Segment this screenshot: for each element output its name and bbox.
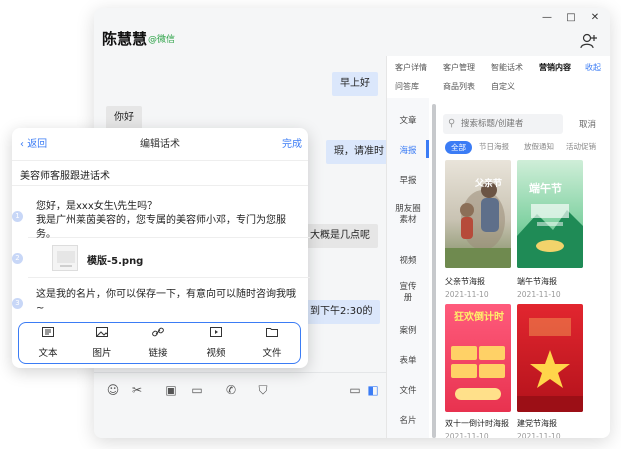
tab-smart-script[interactable]: 智能话术 xyxy=(491,62,523,73)
tab-custom[interactable]: 自定义 xyxy=(491,81,515,92)
search-input[interactable] xyxy=(443,114,563,134)
shield-icon[interactable]: ⛉ xyxy=(254,383,272,398)
emoji-icon[interactable]: ☺ xyxy=(104,383,122,397)
tab-qa-library[interactable]: 问答库 xyxy=(395,81,419,92)
search-icon: ⚲ xyxy=(448,118,456,129)
step-number: 3 xyxy=(12,298,23,309)
sidebar-item-brochure[interactable]: 宣传册 xyxy=(387,282,429,304)
sidebar-toggle-icon[interactable]: ◧ xyxy=(364,383,382,397)
back-label: 返回 xyxy=(27,139,48,150)
image-icon xyxy=(96,327,108,337)
active-indicator xyxy=(426,140,429,158)
sidebar-item-form[interactable]: 表单 xyxy=(387,356,429,367)
cancel-button[interactable]: 取消 xyxy=(579,118,596,130)
content-type-sidebar: 文章 海报 早报 朋友圈素材 视频 宣传册 案例 表单 文件 名片 xyxy=(387,98,429,438)
poster-image xyxy=(517,318,583,412)
poster-art-text: 端午节 xyxy=(529,182,562,195)
script-text-item[interactable]: 您好，是xxx女生\先生吗？ 我是广州莱茵美容的，您专属的美容师小邓，专门为您服… xyxy=(28,196,310,240)
poster-title: 父亲节海报 xyxy=(445,277,485,286)
poster-title: 端午节海报 xyxy=(517,277,557,286)
poster-card[interactable]: 狂欢倒计时 xyxy=(445,304,511,412)
contact-name: 陈慧慧 xyxy=(102,30,148,48)
minimize-icon[interactable]: — xyxy=(540,12,554,23)
filter-chip-notice[interactable]: 放假通知 xyxy=(524,141,554,152)
poster-art-text: 父亲节 xyxy=(475,179,503,189)
image-thumbnail xyxy=(52,245,78,271)
image-icon[interactable]: ▣ xyxy=(162,383,180,397)
tab-marketing-content[interactable]: 营销内容 xyxy=(539,62,571,73)
scissors-icon[interactable]: ✂ xyxy=(128,383,146,397)
filter-chip-all[interactable]: 全部 xyxy=(445,141,472,154)
maximize-icon[interactable]: □ xyxy=(564,12,578,23)
panel-tabs: 客户详情 客户管理 智能话术 营销内容 收起 问答库 商品列表 自定义 xyxy=(387,56,610,98)
step-number: 1 xyxy=(12,211,23,222)
message-bubble: 大概是几点呢 xyxy=(302,224,378,248)
sidebar-item-case[interactable]: 案例 xyxy=(387,326,429,337)
poster-card[interactable] xyxy=(517,304,583,412)
sidebar-item-video[interactable]: 视频 xyxy=(387,256,429,267)
scrollbar[interactable] xyxy=(432,104,436,438)
step-number: 2 xyxy=(12,253,23,264)
poster-title: 建党节海报 xyxy=(517,419,557,428)
add-image-button[interactable]: 图片 xyxy=(77,327,127,360)
poster-date: 2021-11-10 xyxy=(445,432,489,438)
script-text-item[interactable]: 这是我的名片，你可以保存一下，有意向可以随时咨询我哦~ xyxy=(28,284,310,320)
edit-script-panel: 编辑话术 ‹ 返回 完成 美容师客服跟进话术 1 您好，是xxx女生\先生吗？ … xyxy=(12,128,310,368)
poster-date: 2021-11-10 xyxy=(445,290,489,299)
text-icon xyxy=(42,327,54,337)
phone-icon[interactable]: ✆ xyxy=(222,383,240,397)
filter-chip-promo[interactable]: 活动促销 xyxy=(566,141,596,152)
add-file-button[interactable]: 文件 xyxy=(247,327,297,360)
sidebar-item-article[interactable]: 文章 xyxy=(387,116,429,127)
script-name-field[interactable]: 美容师客服跟进话术 xyxy=(12,160,308,186)
close-icon[interactable]: ✕ xyxy=(588,12,602,23)
poster-title: 双十一倒计时海报 xyxy=(445,419,509,428)
sidebar-item-poster[interactable]: 海报 xyxy=(387,146,429,157)
marketing-panel: 客户详情 客户管理 智能话术 营销内容 收起 问答库 商品列表 自定义 文章 海… xyxy=(386,56,610,438)
message-bubble: 你好 xyxy=(106,106,142,130)
folder-icon[interactable]: ▭ xyxy=(188,383,206,397)
poster-image xyxy=(517,204,583,268)
sidebar-item-card[interactable]: 名片 xyxy=(387,416,429,427)
screen-icon[interactable]: ▭ xyxy=(346,383,364,397)
poster-card[interactable]: 端午节 xyxy=(517,160,583,268)
add-link-button[interactable]: 链接 xyxy=(133,327,183,360)
video-icon xyxy=(210,327,222,337)
contact-source-tag: @微信 xyxy=(148,35,176,45)
poster-art-text: 狂欢倒计时 xyxy=(454,312,504,323)
add-user-icon[interactable] xyxy=(580,32,598,50)
add-content-bar: 文本 图片 链接 视频 文件 xyxy=(18,322,301,364)
sidebar-item-file[interactable]: 文件 xyxy=(387,386,429,397)
window-header: 陈慧慧 @微信 — □ ✕ xyxy=(94,8,610,56)
add-video-button[interactable]: 视频 xyxy=(191,327,241,360)
collapse-tabs-button[interactable]: 收起 xyxy=(585,62,601,73)
sidebar-item-morning-report[interactable]: 早报 xyxy=(387,176,429,187)
filter-chip-holiday[interactable]: 节日海报 xyxy=(479,141,509,152)
link-icon xyxy=(152,327,164,337)
poster-date: 2021-11-10 xyxy=(517,290,561,299)
add-text-button[interactable]: 文本 xyxy=(23,327,73,360)
edit-panel-title: 编辑话术 xyxy=(140,139,180,150)
tab-product-list[interactable]: 商品列表 xyxy=(443,81,475,92)
image-file-name: 模版-5.png xyxy=(87,256,144,267)
message-bubble: 瑕，请准时 xyxy=(326,140,392,164)
sidebar-item-moments-material[interactable]: 朋友圈素材 xyxy=(387,204,429,226)
tab-customer-detail[interactable]: 客户详情 xyxy=(395,62,427,73)
poster-date: 2021-11-10 xyxy=(517,432,561,438)
folder-icon xyxy=(266,328,278,337)
message-input-toolbar: ☺ ✂ ▣ ▭ ✆ ⛉ ▭ ◧ xyxy=(94,372,386,438)
done-button[interactable]: 完成 xyxy=(282,135,302,150)
back-button[interactable]: ‹ 返回 xyxy=(20,135,47,150)
tab-customer-manage[interactable]: 客户管理 xyxy=(443,62,475,73)
message-bubble: 到下午2:30的 xyxy=(302,300,381,324)
poster-card[interactable]: 父亲节 xyxy=(445,160,511,268)
message-bubble: 早上好 xyxy=(332,72,378,96)
